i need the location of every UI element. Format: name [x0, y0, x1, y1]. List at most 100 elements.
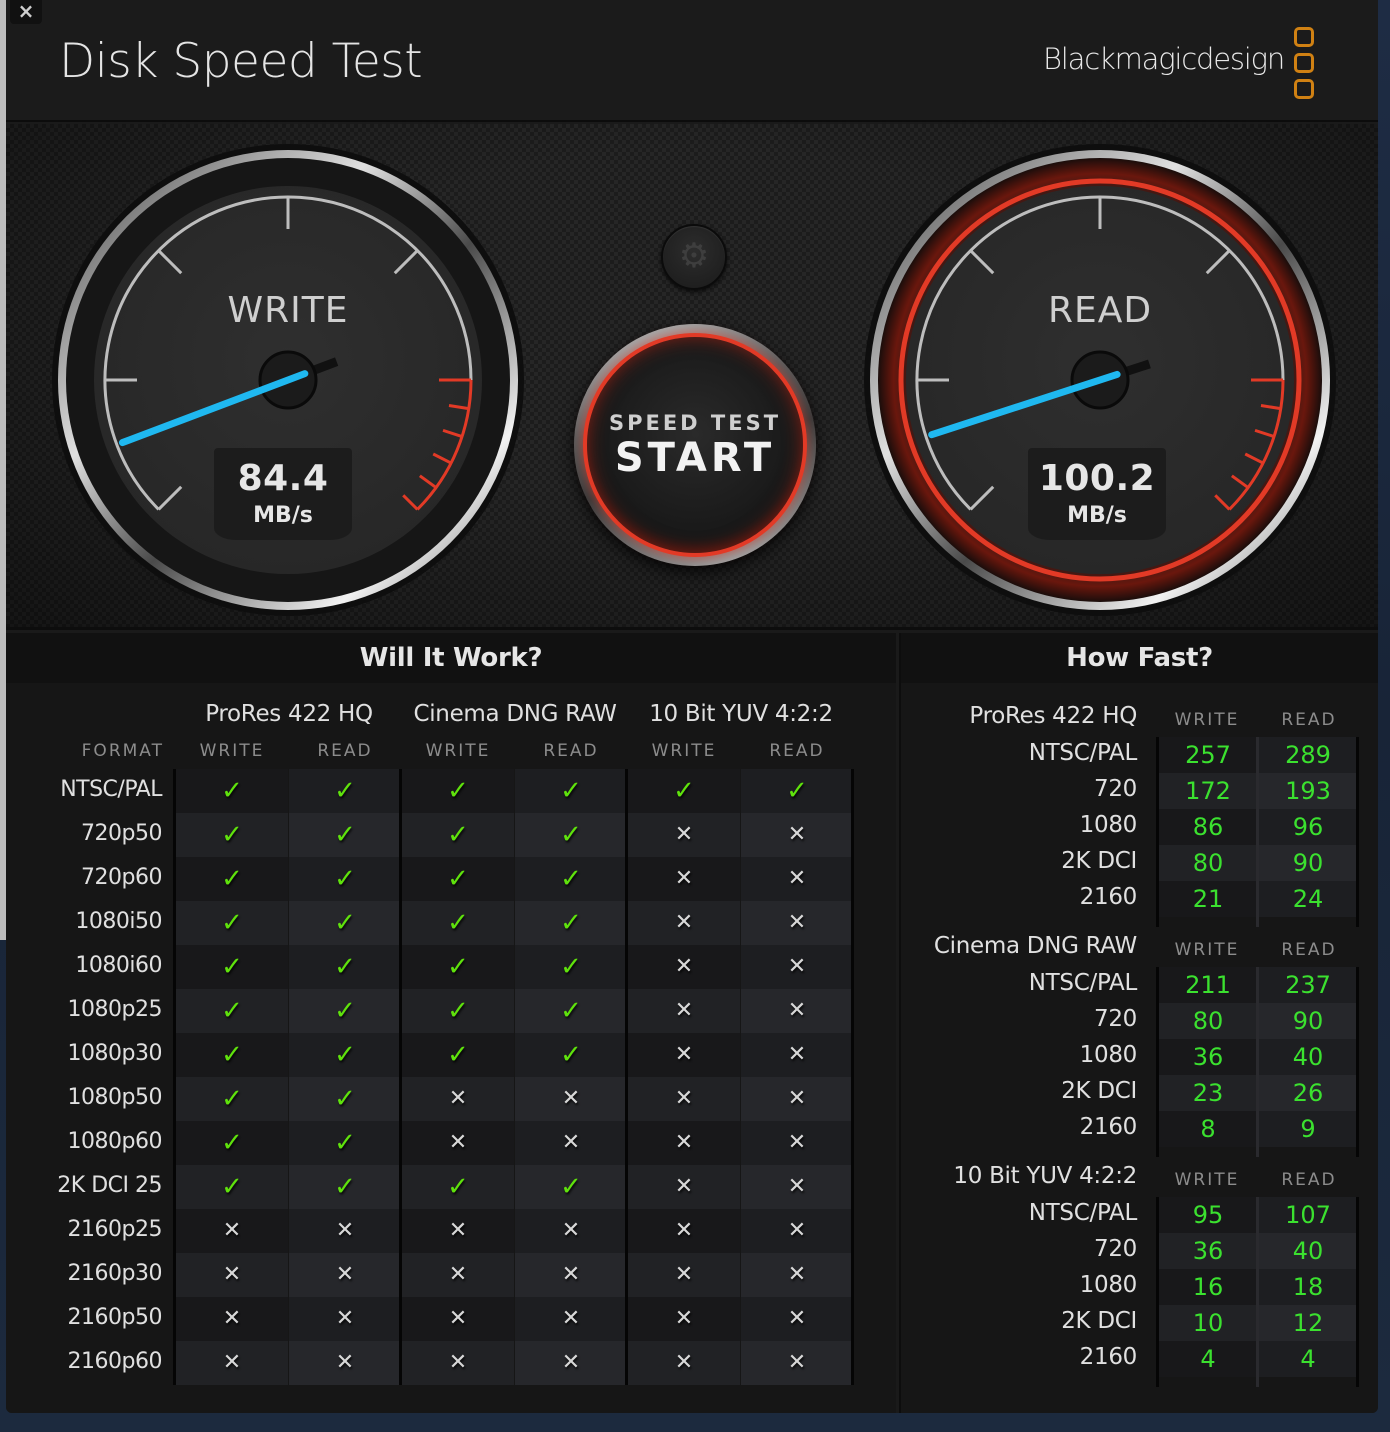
- write-speed-cell: 10: [1159, 1305, 1257, 1341]
- read-gauge: READ 100.2 MB/s: [862, 142, 1338, 618]
- check-icon: ✓: [402, 857, 514, 901]
- check-icon: ✓: [176, 1165, 288, 1209]
- resolution-label: 1080: [1079, 812, 1138, 838]
- resolution-label: 2K DCI: [1061, 1308, 1137, 1334]
- column-divider: [1256, 1197, 1259, 1387]
- check-icon: ✓: [515, 901, 627, 945]
- check-icon: ✓: [176, 989, 288, 1033]
- read-speed-cell: 18: [1259, 1269, 1357, 1305]
- write-speed-cell: 36: [1159, 1039, 1257, 1075]
- write-speed-cell: 8: [1159, 1111, 1257, 1147]
- read-column-header: READ: [1281, 710, 1337, 730]
- write-speed-cell: 36: [1159, 1233, 1257, 1269]
- check-icon: ✓: [628, 769, 740, 813]
- cross-icon: ✕: [741, 945, 853, 989]
- format-label: 720p50: [81, 821, 162, 846]
- write-gauge: WRITE 84.4 MB/s: [50, 142, 526, 618]
- table-row: 2160p50 ✕ ✕ ✕ ✕ ✕ ✕: [6, 1297, 896, 1341]
- codec-header: 10 Bit YUV 4:2:2: [953, 1163, 1137, 1189]
- format-column-header: FORMAT: [81, 741, 164, 761]
- codec-header: 10 Bit YUV 4:2:2: [649, 701, 833, 727]
- cross-icon: ✕: [515, 1253, 627, 1297]
- resolution-label: 1080: [1079, 1042, 1138, 1068]
- cross-icon: ✕: [741, 1209, 853, 1253]
- settings-button[interactable]: ⚙: [661, 224, 727, 290]
- brand-logo-icon: [1294, 27, 1316, 99]
- cross-icon: ✕: [628, 1209, 740, 1253]
- check-icon: ✓: [289, 1033, 401, 1077]
- table-row: 1080 16 18: [901, 1269, 1378, 1305]
- check-icon: ✓: [402, 989, 514, 1033]
- table-row: NTSC/PAL 211 237: [901, 967, 1378, 1003]
- read-speed-cell: 26: [1259, 1075, 1357, 1111]
- table-row: 1080 36 40: [901, 1039, 1378, 1075]
- close-button[interactable]: ×: [10, 0, 42, 24]
- close-icon: ×: [17, 0, 35, 23]
- table-row: 1080p50 ✓ ✓ ✕ ✕ ✕ ✕: [6, 1077, 896, 1121]
- check-icon: ✓: [515, 1033, 627, 1077]
- check-icon: ✓: [176, 1121, 288, 1165]
- cross-icon: ✕: [741, 1033, 853, 1077]
- check-icon: ✓: [515, 813, 627, 857]
- table-row: 2K DCI 25 ✓ ✓ ✓ ✓ ✕ ✕: [6, 1165, 896, 1209]
- table-row: NTSC/PAL ✓ ✓ ✓ ✓ ✓ ✓: [6, 769, 896, 813]
- read-speed-cell: 96: [1259, 809, 1357, 845]
- format-label: 1080p30: [67, 1041, 163, 1066]
- title-bar: Disk Speed Test Blackmagicdesign: [6, 0, 1378, 122]
- read-readout: 100.2 MB/s: [1028, 448, 1166, 540]
- cross-icon: ✕: [289, 1341, 401, 1385]
- format-label: 2K DCI 25: [57, 1173, 162, 1198]
- start-button[interactable]: SPEED TEST START: [574, 324, 816, 566]
- cross-icon: ✕: [515, 1209, 627, 1253]
- format-label: 2160p30: [67, 1261, 163, 1286]
- write-speed-cell: 21: [1159, 881, 1257, 917]
- resolution-label: 720: [1094, 1006, 1137, 1032]
- gear-icon: ⚙: [678, 236, 710, 276]
- format-label: 720p60: [81, 865, 162, 890]
- check-icon: ✓: [289, 769, 401, 813]
- format-label: 2160p50: [67, 1305, 163, 1330]
- write-speed-cell: 86: [1159, 809, 1257, 845]
- column-divider: [625, 769, 628, 1385]
- format-label: 2160p25: [67, 1217, 163, 1242]
- table-row: 2160 8 9: [901, 1111, 1378, 1147]
- cross-icon: ✕: [628, 945, 740, 989]
- cross-icon: ✕: [402, 1077, 514, 1121]
- read-speed-cell: 289: [1259, 737, 1357, 773]
- write-column-header: WRITE: [199, 741, 265, 761]
- cross-icon: ✕: [741, 813, 853, 857]
- write-gauge-label: WRITE: [227, 290, 349, 331]
- codec-header: ProRes 422 HQ: [969, 703, 1137, 729]
- check-icon: ✓: [176, 857, 288, 901]
- write-speed-cell: 4: [1159, 1341, 1257, 1377]
- cross-icon: ✕: [741, 1253, 853, 1297]
- check-icon: ✓: [176, 769, 288, 813]
- format-label: NTSC/PAL: [60, 777, 162, 802]
- read-speed-value: 100.2: [1038, 458, 1156, 499]
- cross-icon: ✕: [628, 1165, 740, 1209]
- resolution-label: NTSC/PAL: [1028, 740, 1138, 766]
- cross-icon: ✕: [628, 901, 740, 945]
- table-row: 1080p30 ✓ ✓ ✓ ✓ ✕ ✕: [6, 1033, 896, 1077]
- table-row: NTSC/PAL 95 107: [901, 1197, 1378, 1233]
- how-fast-title: How Fast?: [901, 633, 1378, 683]
- cross-icon: ✕: [741, 1341, 853, 1385]
- table-row: 1080i50 ✓ ✓ ✓ ✓ ✕ ✕: [6, 901, 896, 945]
- read-speed-unit: MB/s: [1067, 503, 1127, 528]
- brand-name: Blackmagicdesign: [1043, 42, 1285, 76]
- speed-group: 10 Bit YUV 4:2:2 WRITE READ NTSC/PAL 95 107 72…: [901, 1163, 1378, 1387]
- cross-icon: ✕: [289, 1297, 401, 1341]
- cross-icon: ✕: [402, 1341, 514, 1385]
- check-icon: ✓: [515, 769, 627, 813]
- cross-icon: ✕: [402, 1121, 514, 1165]
- start-button-subtitle: SPEED TEST: [608, 411, 782, 435]
- resolution-label: 2160: [1079, 1344, 1138, 1370]
- resolution-label: 720: [1094, 776, 1137, 802]
- check-icon: ✓: [402, 1165, 514, 1209]
- read-column-header: READ: [317, 741, 373, 761]
- cross-icon: ✕: [741, 1077, 853, 1121]
- write-readout: 84.4 MB/s: [214, 448, 352, 540]
- read-speed-cell: 107: [1259, 1197, 1357, 1233]
- column-divider: [1156, 737, 1159, 927]
- column-divider: [399, 769, 402, 1385]
